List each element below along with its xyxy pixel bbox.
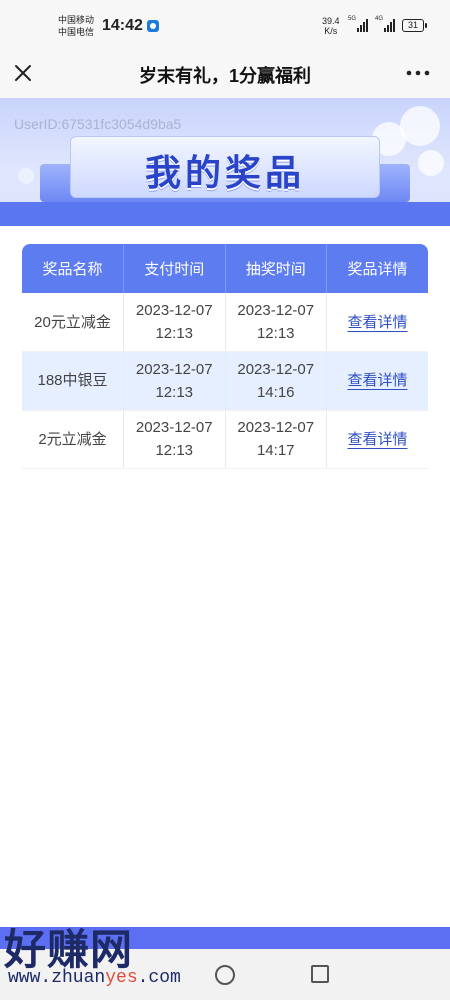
nav-bar: 岁末有礼，1分赢福利 <box>0 48 450 98</box>
header-draw-time: 抽奖时间 <box>225 244 327 293</box>
view-detail-link[interactable]: 查看详情 <box>347 431 407 448</box>
battery-icon: 31 <box>402 19 427 32</box>
pay-time: 2023-12-07 12:13 <box>123 351 226 411</box>
table-row: 20元立减金 2023-12-07 12:13 2023-12-07 12:13… <box>22 293 428 352</box>
network-speed-value: 39.4 <box>322 16 340 26</box>
status-time: 14:42 <box>102 17 143 34</box>
page-title: 岁末有礼，1分赢福利 <box>138 66 311 86</box>
header-prize-detail: 奖品详情 <box>326 244 428 293</box>
pay-clock: 12:13 <box>155 383 194 401</box>
bokeh-decoration <box>400 106 440 146</box>
carrier-2: 中国电信 <box>58 27 95 37</box>
pay-date: 2023-12-07 <box>135 419 213 437</box>
signal-1-label: 5G <box>348 16 357 22</box>
draw-date: 2023-12-07 <box>237 360 315 378</box>
network-speed: 39.4 K/s <box>322 16 340 36</box>
draw-clock: 12:13 <box>256 325 295 342</box>
prize-name: 20元立减金 <box>22 293 124 352</box>
watermark-url: www.zhuanyes.com <box>8 968 181 988</box>
signal-2-icon <box>384 18 395 32</box>
view-detail-link[interactable]: 查看详情 <box>347 314 407 331</box>
more-icon[interactable] <box>404 62 432 84</box>
watermark-url-pre: www.zhuan <box>8 968 106 988</box>
status-bar: 中国移动 中国电信 14:42 39.4 K/s 5G 4G 31 <box>0 0 450 48</box>
pay-date: 2023-12-07 <box>135 360 213 378</box>
watermark-url-post: .com <box>137 968 181 988</box>
carrier-1: 中国移动 <box>58 15 95 25</box>
signal-1-icon <box>357 18 368 32</box>
banner-strip <box>0 202 450 226</box>
prize-table: 奖品名称 支付时间 抽奖时间 奖品详情 20元立减金 2023-12-07 12… <box>22 244 428 469</box>
pay-clock: 12:13 <box>155 442 194 460</box>
table-row: 188中银豆 2023-12-07 12:13 2023-12-07 14:16… <box>22 351 428 411</box>
home-button-icon[interactable] <box>215 965 235 985</box>
draw-clock: 14:17 <box>256 442 295 460</box>
prize-name: 188中银豆 <box>22 351 124 411</box>
table-row: 2元立减金 2023-12-07 12:13 2023-12-07 14:17 … <box>22 410 428 469</box>
draw-time: 2023-12-07 14:17 <box>225 410 327 469</box>
app-notification-icon <box>147 20 159 32</box>
watermark-url-highlight: yes <box>105 968 138 988</box>
prize-detail-cell: 查看详情 <box>326 293 428 352</box>
prize-detail-cell: 查看详情 <box>326 351 428 411</box>
header-prize-name: 奖品名称 <box>22 244 124 293</box>
network-speed-unit: K/s <box>324 26 338 36</box>
pay-clock: 12:13 <box>155 325 194 342</box>
user-id: UserID:67531fc3054d9ba5 <box>14 116 182 132</box>
draw-clock: 14:16 <box>256 383 295 401</box>
draw-date: 2023-12-07 <box>237 302 315 319</box>
header-pay-time: 支付时间 <box>123 244 226 293</box>
pay-time: 2023-12-07 12:13 <box>123 293 226 352</box>
prize-banner: 我的奖品 UserID:67531fc3054d9ba5 <box>0 98 450 226</box>
draw-time: 2023-12-07 12:13 <box>225 293 327 352</box>
draw-date: 2023-12-07 <box>237 419 315 437</box>
pay-date: 2023-12-07 <box>135 302 213 319</box>
table-header-row: 奖品名称 支付时间 抽奖时间 奖品详情 <box>22 244 428 293</box>
draw-time: 2023-12-07 14:16 <box>225 351 327 411</box>
recent-apps-icon[interactable] <box>311 965 329 983</box>
banner-title: 我的奖品 <box>144 152 305 193</box>
signal-2-label: 4G <box>375 16 384 22</box>
view-detail-link[interactable]: 查看详情 <box>347 372 407 389</box>
prize-detail-cell: 查看详情 <box>326 410 428 469</box>
carrier-info: 中国移动 中国电信 <box>58 14 94 38</box>
pay-time: 2023-12-07 12:13 <box>123 410 226 469</box>
prize-name: 2元立减金 <box>22 410 124 469</box>
site-watermark: 好赚网 www.zhuanyes.com <box>0 914 200 1000</box>
